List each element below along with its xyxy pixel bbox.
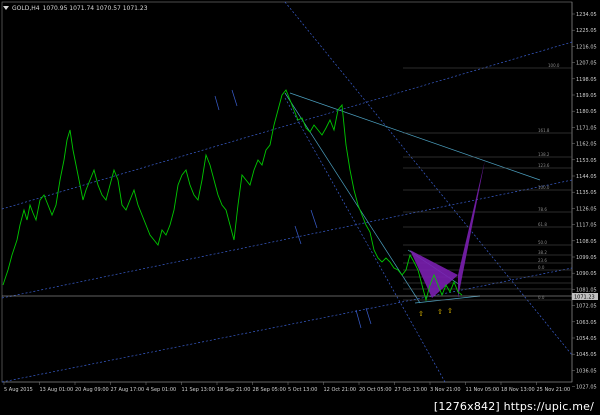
chart-window[interactable]: ⇧ ⇧ ⇧ 1234.05 1225.05 1216.05 1207.05 1198.0… — [0, 0, 600, 415]
price-tick-label: 1027.05 — [576, 385, 597, 391]
price-tick-label: 1054.05 — [576, 336, 597, 342]
price-tick-label: 1234.05 — [576, 12, 597, 18]
falling-channel-lower — [284, 97, 446, 383]
price-tick-label: 1063.05 — [576, 320, 597, 326]
fibonacci-level-label: 138.2 — [538, 152, 550, 157]
harmonic-pattern — [410, 160, 485, 298]
up-arrow-icon: ⇧ — [437, 308, 443, 316]
fibonacci-labels: 100.0 161.8 138.2 123.6 100.0 78.6 61.8 50.0 38.… — [538, 63, 560, 300]
fibonacci-level-label: 123.6 — [538, 163, 550, 168]
time-tick-label: 11 Sep 13:00 — [182, 387, 215, 393]
fibonacci-level-label: 78.6 — [538, 207, 547, 212]
price-tick-label: 1207.05 — [576, 61, 597, 67]
price-tick-label: 1189.05 — [576, 93, 597, 99]
price-chart[interactable]: ⇧ ⇧ ⇧ 1234.05 1225.05 1216.05 1207.05 1198.0… — [0, 0, 600, 415]
symbol-label: GOLD,H4 — [12, 4, 40, 12]
time-tick-label: 4 Sep 01:00 — [146, 387, 176, 393]
time-tick-label: 11 Nov 05:00 — [466, 387, 500, 393]
price-tick-label: 1225.05 — [576, 28, 597, 34]
plot-frame — [1, 1, 573, 383]
channel-tick-marks — [214, 89, 372, 329]
mid-channel-line — [1, 179, 573, 299]
quote-values: 1070.95 1071.74 1070.57 1071.23 — [42, 4, 148, 12]
price-tick-label: 1081.05 — [576, 287, 597, 293]
fibonacci-level-label: 61.8 — [538, 222, 547, 227]
symbol-bar: GOLD,H4 1070.95 1071.74 1070.57 1071.23 — [3, 3, 148, 13]
price-tick-label: 1144.05 — [576, 174, 597, 180]
price-tick-label: 1090.05 — [576, 271, 597, 277]
price-tick-label: 1162.05 — [576, 142, 597, 148]
fibonacci-level-label: 38.2 — [538, 250, 547, 255]
price-tick-label: 1072.05 — [576, 304, 597, 310]
fibonacci-level-label: 161.8 — [538, 128, 550, 133]
time-tick-label: 3 Nov 21:00 — [430, 387, 461, 393]
up-arrow-icon: ⇧ — [447, 307, 453, 315]
price-tick-label: 1126.05 — [576, 206, 597, 212]
time-tick-label: 27 Oct 13:00 — [395, 387, 428, 393]
resistance-line — [289, 92, 541, 181]
price-tick-label: 1198.05 — [576, 77, 597, 83]
price-axis: 1234.05 1225.05 1216.05 1207.05 1198.05 1189.… — [572, 12, 597, 391]
price-series — [2, 89, 463, 302]
time-tick-label: 5 Oct 13:00 — [288, 387, 317, 393]
fibonacci-level-label: 100.0 — [548, 63, 560, 68]
price-tick-label: 1171.05 — [576, 125, 597, 131]
fibonacci-level-label: 0.0 — [538, 295, 545, 300]
price-tick-label: 1117.05 — [576, 223, 597, 229]
price-tick-label: 1180.05 — [576, 109, 597, 115]
dropdown-triangle-icon[interactable] — [3, 6, 9, 10]
time-tick-label: 20 Aug 09:00 — [75, 387, 109, 393]
time-tick-label: 20 Oct 05:00 — [359, 387, 392, 393]
current-price-label: 1071.23 — [574, 295, 595, 301]
price-tick-label: 1135.05 — [576, 190, 597, 196]
time-tick-label: 18 Nov 13:00 — [501, 387, 535, 393]
time-tick-label: 13 Aug 01:00 — [40, 387, 74, 393]
price-tick-label: 1108.05 — [576, 239, 597, 245]
price-tick-label: 1216.05 — [576, 44, 597, 50]
time-axis: 5 Aug 2015 13 Aug 01:00 20 Aug 09:00 27 Aug… — [3, 382, 571, 393]
trend-lines — [1, 1, 573, 383]
upper-channel-line — [1, 41, 573, 210]
fibonacci-level-label: 100.0 — [538, 185, 550, 190]
time-tick-label: 28 Sep 05:00 — [253, 387, 286, 393]
fibonacci-level-label: 23.6 — [538, 258, 547, 263]
pattern-markers: ⇧ ⇧ ⇧ — [418, 307, 453, 318]
watermark: [1276x842] https://upic.me/ — [433, 400, 594, 413]
time-tick-label: 25 Nov 21:00 — [537, 387, 571, 393]
price-tick-label: 1036.05 — [576, 368, 597, 374]
up-arrow-icon: ⇧ — [418, 310, 424, 318]
time-tick-label: 27 Aug 17:00 — [111, 387, 145, 393]
price-tick-label: 1045.05 — [576, 352, 597, 358]
time-tick-label: 5 Aug 2015 — [4, 387, 33, 393]
time-tick-label: 18 Sep 21:00 — [217, 387, 250, 393]
time-tick-label: 12 Oct 21:00 — [324, 387, 357, 393]
price-tick-label: 1099.05 — [576, 255, 597, 261]
price-tick-label: 1153.05 — [576, 158, 597, 164]
fibonacci-level-label: 0.0 — [538, 265, 545, 270]
fibonacci-level-label: 50.0 — [538, 240, 547, 245]
lower-channel-line — [1, 267, 573, 383]
